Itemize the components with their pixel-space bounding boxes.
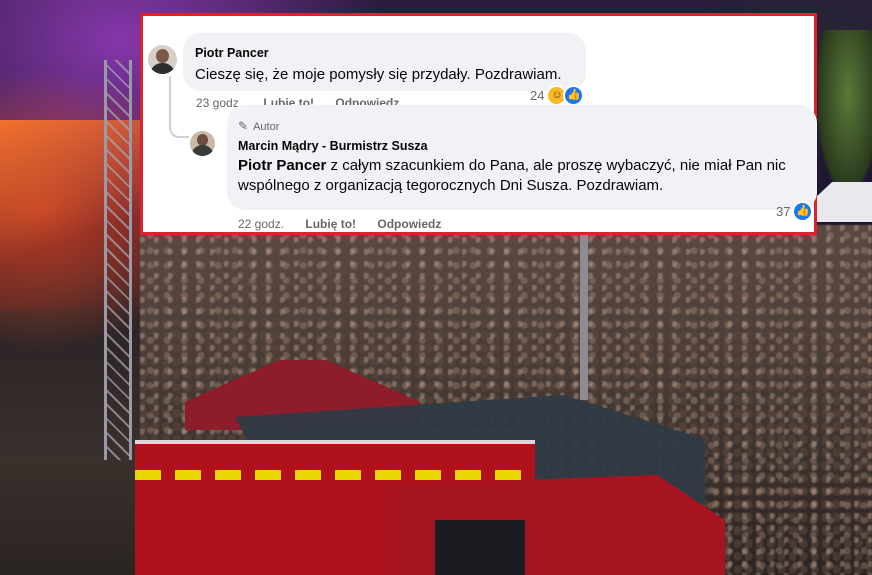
- fire-truck-stripe: [135, 470, 535, 480]
- reply-time[interactable]: 22 godz.: [238, 217, 284, 231]
- tree: [818, 30, 872, 190]
- avatar-marcin-madry[interactable]: [190, 131, 215, 156]
- fire-truck-window: [435, 520, 525, 575]
- reply-thread-line: [169, 76, 189, 138]
- reaction-summary[interactable]: 37 👍: [776, 201, 814, 222]
- comment-text: Cieszę się, że moje pomysły się przydały…: [195, 66, 562, 83]
- avatar-head: [156, 49, 169, 63]
- reply-bubble: ✎ Autor Marcin Mądry - Burmistrz Susza Pi…: [227, 105, 817, 210]
- reply-author[interactable]: Marcin Mądry - Burmistrz Susza: [238, 139, 428, 153]
- comment-bubble: Piotr Pancer Cieszę się, że moje pomysły…: [183, 33, 586, 91]
- reaction-summary[interactable]: 24 ☺ 👍: [530, 85, 585, 106]
- avatar-shoulders: [150, 63, 175, 74]
- reaction-count: 37: [776, 204, 791, 219]
- author-badge: ✎ Autor: [238, 119, 279, 133]
- pencil-icon: ✎: [238, 119, 249, 133]
- reaction-count: 24: [530, 88, 545, 103]
- like-icon: 👍: [563, 85, 585, 106]
- comment-author[interactable]: Piotr Pancer: [195, 46, 269, 60]
- reply-button[interactable]: Odpowiedz: [377, 217, 441, 231]
- avatar-shoulders: [191, 145, 214, 156]
- stage-truss: [104, 60, 132, 460]
- mention-link[interactable]: Piotr Pancer: [238, 157, 326, 174]
- fire-truck: [135, 395, 725, 575]
- avatar-piotr-pancer[interactable]: [148, 45, 177, 74]
- reply-actions: 22 godz. Lubię to! Odpowiedz: [238, 217, 459, 231]
- like-icon: 👍: [792, 201, 814, 222]
- author-badge-label: Autor: [253, 121, 280, 133]
- like-button[interactable]: Lubię to!: [305, 217, 356, 231]
- comments-screenshot: Piotr Pancer Cieszę się, że moje pomysły…: [140, 13, 817, 235]
- reply-text: Piotr Pancer z całym szacunkiem do Pana,…: [238, 156, 803, 196]
- light-pole: [580, 225, 588, 400]
